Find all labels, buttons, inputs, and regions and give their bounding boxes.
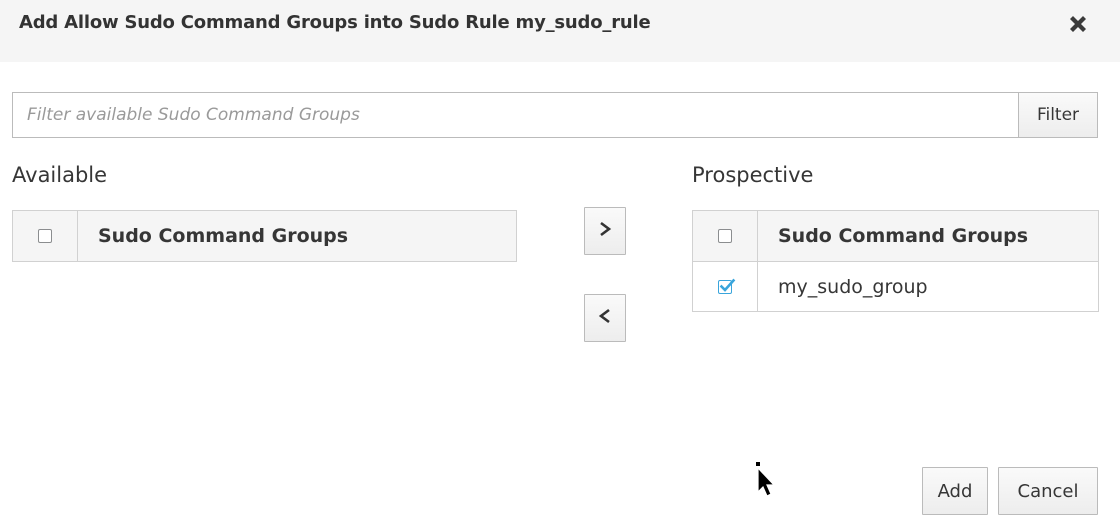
filter-button[interactable]: Filter: [1018, 92, 1098, 138]
row-check-cell: [693, 262, 758, 311]
available-select-all-cell: [13, 211, 78, 261]
available-table-header: Sudo Command Groups: [13, 211, 516, 261]
mouse-pointer-icon: [752, 462, 782, 502]
chevron-right-icon: [598, 221, 612, 241]
available-table: Sudo Command Groups: [12, 210, 517, 262]
available-column-header[interactable]: Sudo Command Groups: [78, 211, 516, 261]
row-checkbox[interactable]: [718, 278, 736, 294]
prospective-select-all-checkbox[interactable]: [718, 229, 732, 243]
prospective-label: Prospective: [692, 163, 814, 187]
table-row[interactable]: my_sudo_group: [693, 261, 1098, 311]
available-label: Available: [12, 163, 108, 187]
close-x-icon: [1067, 13, 1089, 39]
add-button[interactable]: Add: [922, 467, 988, 515]
prospective-column-header[interactable]: Sudo Command Groups: [758, 211, 1098, 261]
chevron-left-icon: [598, 308, 612, 328]
checkmark-icon: [719, 278, 736, 292]
row-name: my_sudo_group: [778, 275, 928, 298]
prospective-table: Sudo Command Groups my_sudo_group: [692, 210, 1099, 312]
cancel-button[interactable]: Cancel: [998, 467, 1098, 515]
filter-input[interactable]: [12, 92, 1018, 138]
dialog-header: Add Allow Sudo Command Groups into Sudo …: [0, 0, 1120, 62]
dialog-title: Add Allow Sudo Command Groups into Sudo …: [19, 12, 651, 33]
add-sudo-command-groups-dialog: Add Allow Sudo Command Groups into Sudo …: [0, 0, 1120, 524]
prospective-select-all-cell: [693, 211, 758, 261]
filter-row: Filter: [12, 92, 1098, 138]
close-button[interactable]: [1062, 10, 1094, 42]
available-select-all-checkbox[interactable]: [38, 229, 52, 243]
prospective-table-header: Sudo Command Groups: [693, 211, 1098, 261]
move-to-available-button[interactable]: [584, 294, 626, 342]
move-to-prospective-button[interactable]: [584, 207, 626, 255]
